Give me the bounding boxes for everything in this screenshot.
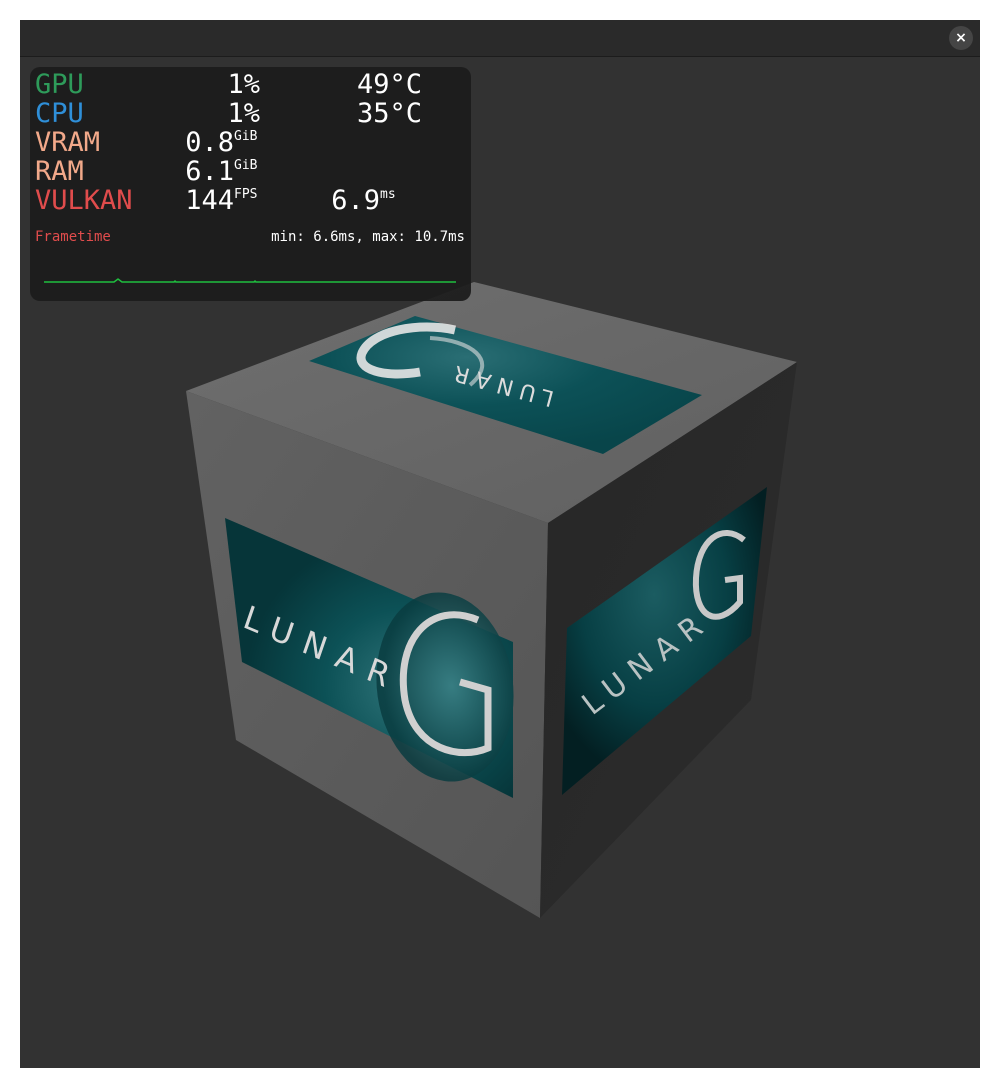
vulkan-label: VULKAN [35,185,133,216]
vulkan-fps-unit: FPS [234,187,258,202]
cpu-load: 1% [227,98,260,129]
title-bar: × [20,20,980,57]
ram-unit: GiB [234,158,258,173]
vulkan-fps-value: 144 [185,185,234,216]
gpu-label: GPU [35,69,84,100]
close-button[interactable]: × [949,26,973,50]
gpu-row: GPU 1% 49°C [30,70,471,100]
frametime-minmax: min: 6.6ms, max: 10.7ms [271,229,465,245]
frametime-graph [44,278,456,283]
vram-value: 0.8 [185,127,234,158]
vulkan-frametime-unit: ms [380,187,396,202]
vram-unit: GiB [234,129,258,144]
frametime-label: Frametime [35,229,111,245]
ram-label: RAM [35,156,84,187]
ram-value: 6.1 [185,156,234,187]
performance-overlay: GPU 1% 49°C CPU 1% 35°C VRAM 0.8 GiB RAM… [30,67,471,301]
cpu-label: CPU [35,98,84,129]
vulkan-row: VULKAN 144 FPS 6.9 ms [30,186,471,216]
app-window: LUNAR LUNAR LUNAR × GPU 1% 49°C CPU 1% 3… [20,20,980,1068]
frametime-line [44,278,456,283]
cpu-temp: 35°C [356,98,422,129]
cpu-row: CPU 1% 35°C [30,99,471,129]
vram-row: VRAM 0.8 GiB [30,128,471,158]
gpu-temp: 49°C [356,69,422,100]
vulkan-frametime-value: 6.9 [331,185,380,216]
close-icon: × [955,30,967,46]
gpu-load: 1% [227,69,260,100]
vram-label: VRAM [35,127,101,158]
ram-row: RAM 6.1 GiB [30,157,471,187]
